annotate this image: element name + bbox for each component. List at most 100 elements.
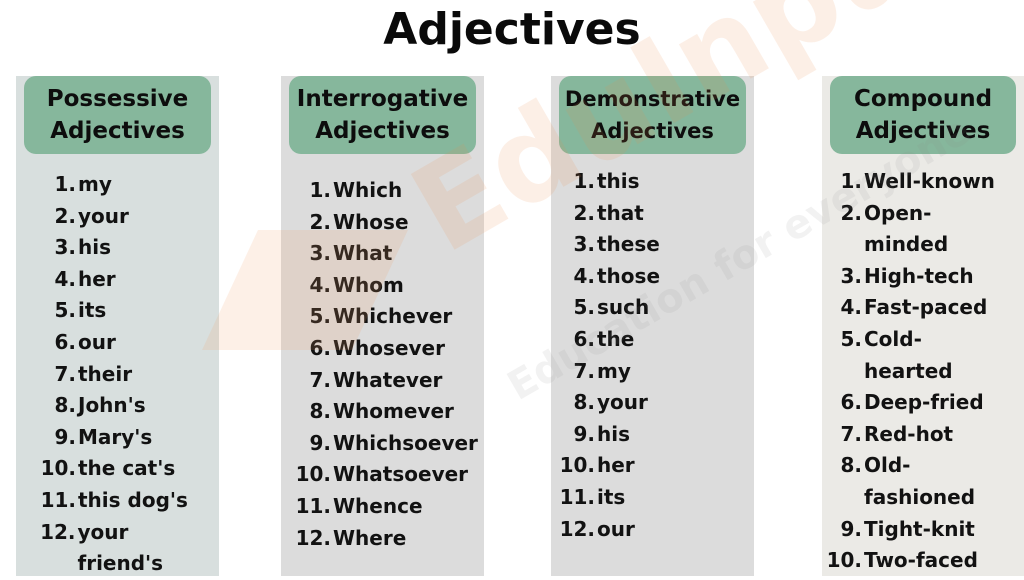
list-item: 5. Cold- hearted xyxy=(826,324,995,387)
item-number: 1. xyxy=(309,178,331,202)
list-item: 9. his xyxy=(559,419,660,451)
item-number: 5. xyxy=(840,326,862,351)
item-text: its xyxy=(78,298,107,323)
item-text: that xyxy=(597,200,644,225)
list-item: 11. this dog's xyxy=(40,485,219,517)
item-number: 10. xyxy=(295,462,331,487)
list-item: 6. the xyxy=(559,324,660,356)
item-number: 1. xyxy=(54,172,76,196)
item-text: Whatsoever xyxy=(333,462,469,487)
list-item: 2. Open- minded xyxy=(826,198,995,261)
column-heading: Demonstrative Adjectives xyxy=(559,76,746,154)
item-text: his xyxy=(78,235,111,260)
item-number: 2. xyxy=(54,203,76,228)
item-text: this xyxy=(597,169,640,193)
adjective-list: 1. my 2. your 3. his 4. her 5. its 6. our 7. their 8. J… xyxy=(40,169,219,580)
item-number: 9. xyxy=(840,516,862,541)
item-text: Whomever xyxy=(333,399,454,424)
list-item: 9. Whichsoever xyxy=(293,428,478,460)
item-text: Cold- hearted xyxy=(864,326,953,383)
heading-line: Compound xyxy=(853,86,993,112)
item-number: 10. xyxy=(826,548,862,573)
list-item: 8. Old- fashioned xyxy=(826,450,995,513)
item-number: 8. xyxy=(54,393,76,418)
item-text: Whosever xyxy=(333,335,445,360)
item-number: 4. xyxy=(309,272,331,297)
item-number: 2. xyxy=(309,209,331,234)
item-number: 10. xyxy=(559,453,595,478)
item-text: Which xyxy=(333,178,403,202)
item-number: 3. xyxy=(309,241,331,266)
list-item: 6. our xyxy=(40,327,219,359)
list-item: 11. Whence xyxy=(293,491,478,523)
item-number: 5. xyxy=(54,298,76,323)
list-item: 5. its xyxy=(40,295,219,327)
adjective-list: 1. Which 2. Whose 3. What 4. Whom 5. Whichever 6. W… xyxy=(293,175,478,554)
item-text: such xyxy=(597,295,650,320)
item-number: 9. xyxy=(573,421,595,446)
item-text: their xyxy=(78,361,133,386)
item-text: this dog's xyxy=(78,487,188,512)
item-text: our xyxy=(78,329,116,354)
item-number: 11. xyxy=(40,487,76,512)
item-number: 7. xyxy=(573,358,595,383)
column-heading: Possessive Adjectives xyxy=(24,76,211,154)
item-text: my xyxy=(597,358,631,383)
list-item: 7. my xyxy=(559,356,660,388)
list-item: 3. his xyxy=(40,232,219,264)
list-item: 12. our xyxy=(559,514,660,546)
item-text: Well-known xyxy=(864,169,995,193)
item-text: Whatever xyxy=(333,367,443,392)
item-text: Open- minded xyxy=(864,200,949,257)
list-item: 1. Well-known xyxy=(826,166,995,198)
item-text: his xyxy=(597,421,630,446)
item-number: 7. xyxy=(54,361,76,386)
list-item: 6. Whosever xyxy=(293,333,478,365)
item-number: 4. xyxy=(54,266,76,291)
heading-line: Interrogative xyxy=(296,86,469,112)
item-number: 3. xyxy=(840,263,862,288)
item-text: the cat's xyxy=(78,456,176,481)
item-text: your xyxy=(78,203,129,228)
item-text: Whichsoever xyxy=(333,430,478,455)
item-text: her xyxy=(78,266,116,291)
column-interrogative: Interrogative Adjectives 1. Which 2. Whose 3… xyxy=(281,76,484,576)
item-number: 7. xyxy=(840,421,862,446)
list-item: 11. its xyxy=(559,482,660,514)
item-text: Fast-paced xyxy=(864,295,988,320)
item-number: 4. xyxy=(573,263,595,288)
heading-line: Adjectives xyxy=(855,118,991,144)
list-item: 9. Tight-knit xyxy=(826,514,995,546)
item-number: 2. xyxy=(573,200,595,225)
column-possessive: Possessive Adjectives 1. my 2. your 3. his 4. h… xyxy=(16,76,219,576)
item-text: its xyxy=(597,484,626,509)
list-item: 10. the cat's xyxy=(40,453,219,485)
item-text: High-tech xyxy=(864,263,974,288)
item-number: 8. xyxy=(840,453,862,478)
item-text: Tight-knit xyxy=(864,516,975,541)
list-item: 7. Whatever xyxy=(293,365,478,397)
item-text: your friend's xyxy=(77,519,164,576)
page-title: Adjectives xyxy=(383,4,641,55)
column-heading: Interrogative Adjectives xyxy=(289,76,476,154)
column-heading: Compound Adjectives xyxy=(830,76,1016,154)
adjective-list: 1. Well-known 2. Open- minded 3. High-tech 4. F… xyxy=(826,166,995,577)
item-text: the xyxy=(597,326,635,351)
heading-line: Adjectives xyxy=(591,119,714,143)
item-text: those xyxy=(597,263,661,288)
list-item: 4. Whom xyxy=(293,270,478,302)
list-item: 8. Whomever xyxy=(293,396,478,428)
item-text: Two-faced xyxy=(864,548,978,573)
item-number: 6. xyxy=(54,329,76,354)
item-number: 12. xyxy=(295,525,331,550)
list-item: 5. Whichever xyxy=(293,301,478,333)
item-text: your xyxy=(597,390,648,415)
list-item: 6. Deep-fried xyxy=(826,387,995,419)
item-text: these xyxy=(597,232,660,257)
item-text: Whence xyxy=(333,493,423,518)
item-number: 11. xyxy=(559,484,595,509)
list-item: 1. my xyxy=(40,169,219,201)
item-text: What xyxy=(333,241,393,266)
item-number: 6. xyxy=(309,335,331,360)
item-number: 12. xyxy=(559,516,595,541)
